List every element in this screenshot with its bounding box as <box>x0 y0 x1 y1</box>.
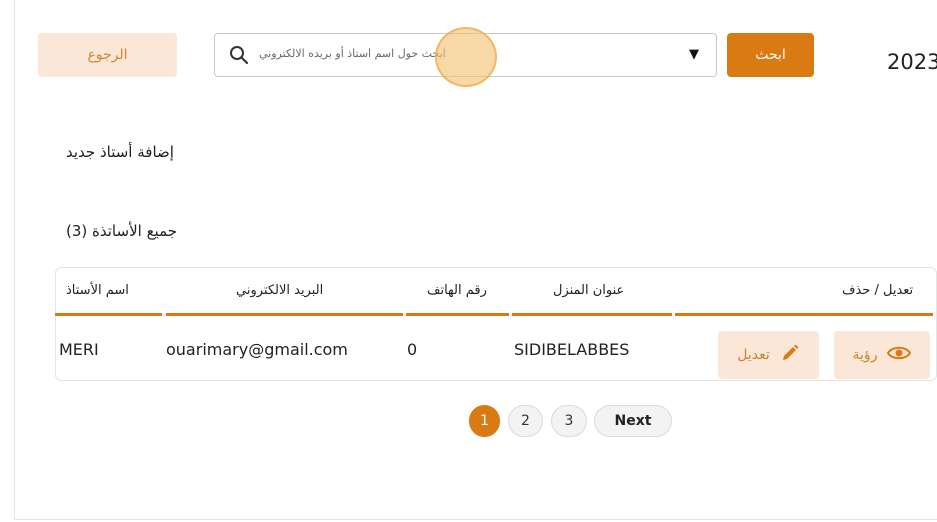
search-icon <box>229 45 249 65</box>
next-page-button[interactable]: Next <box>594 405 672 437</box>
view-button[interactable]: رؤية <box>834 331 930 379</box>
back-button[interactable]: الرجوع <box>38 33 177 77</box>
column-header-phone: رقم الهاتف <box>427 283 487 298</box>
column-header-name: اسم الأستاذ <box>66 283 129 298</box>
header-underline <box>406 313 509 316</box>
year-label: 2023 <box>887 50 937 74</box>
header-underline <box>166 313 403 316</box>
header-underline <box>512 313 672 316</box>
pencil-icon <box>780 343 800 367</box>
cell-address: SIDIBELABBES <box>514 340 630 359</box>
teachers-count-title: جميع الأساتذة (3) <box>66 222 178 240</box>
edit-button[interactable]: تعديل <box>718 331 819 379</box>
search-button[interactable]: ابحث <box>727 33 814 77</box>
header-underline <box>675 313 933 316</box>
view-label: رؤية <box>852 347 878 363</box>
page-1-button[interactable]: 1 <box>469 405 500 437</box>
column-header-actions: تعديل / حذف <box>842 283 914 298</box>
add-teacher-link[interactable]: إضافة أستاذ جديد <box>66 143 174 161</box>
search-placeholder: ابحث حول اسم استاذ أو بريده الالكتروني <box>259 47 446 60</box>
header-underline <box>55 313 162 316</box>
column-header-address: عنوان المنزل <box>553 283 625 298</box>
column-header-email: البريد الالكتروني <box>236 283 324 298</box>
cell-phone: 0 <box>407 340 418 359</box>
click-indicator <box>435 27 497 87</box>
page-2-button[interactable]: 2 <box>508 405 543 437</box>
eye-icon <box>887 344 912 366</box>
page-3-button[interactable]: 3 <box>551 405 587 437</box>
cell-email: ouarimary@gmail.com <box>166 340 348 359</box>
cell-name: MERI <box>59 340 99 359</box>
dropdown-caret-icon[interactable]: ▼ <box>689 47 699 62</box>
edit-label: تعديل <box>737 347 770 363</box>
